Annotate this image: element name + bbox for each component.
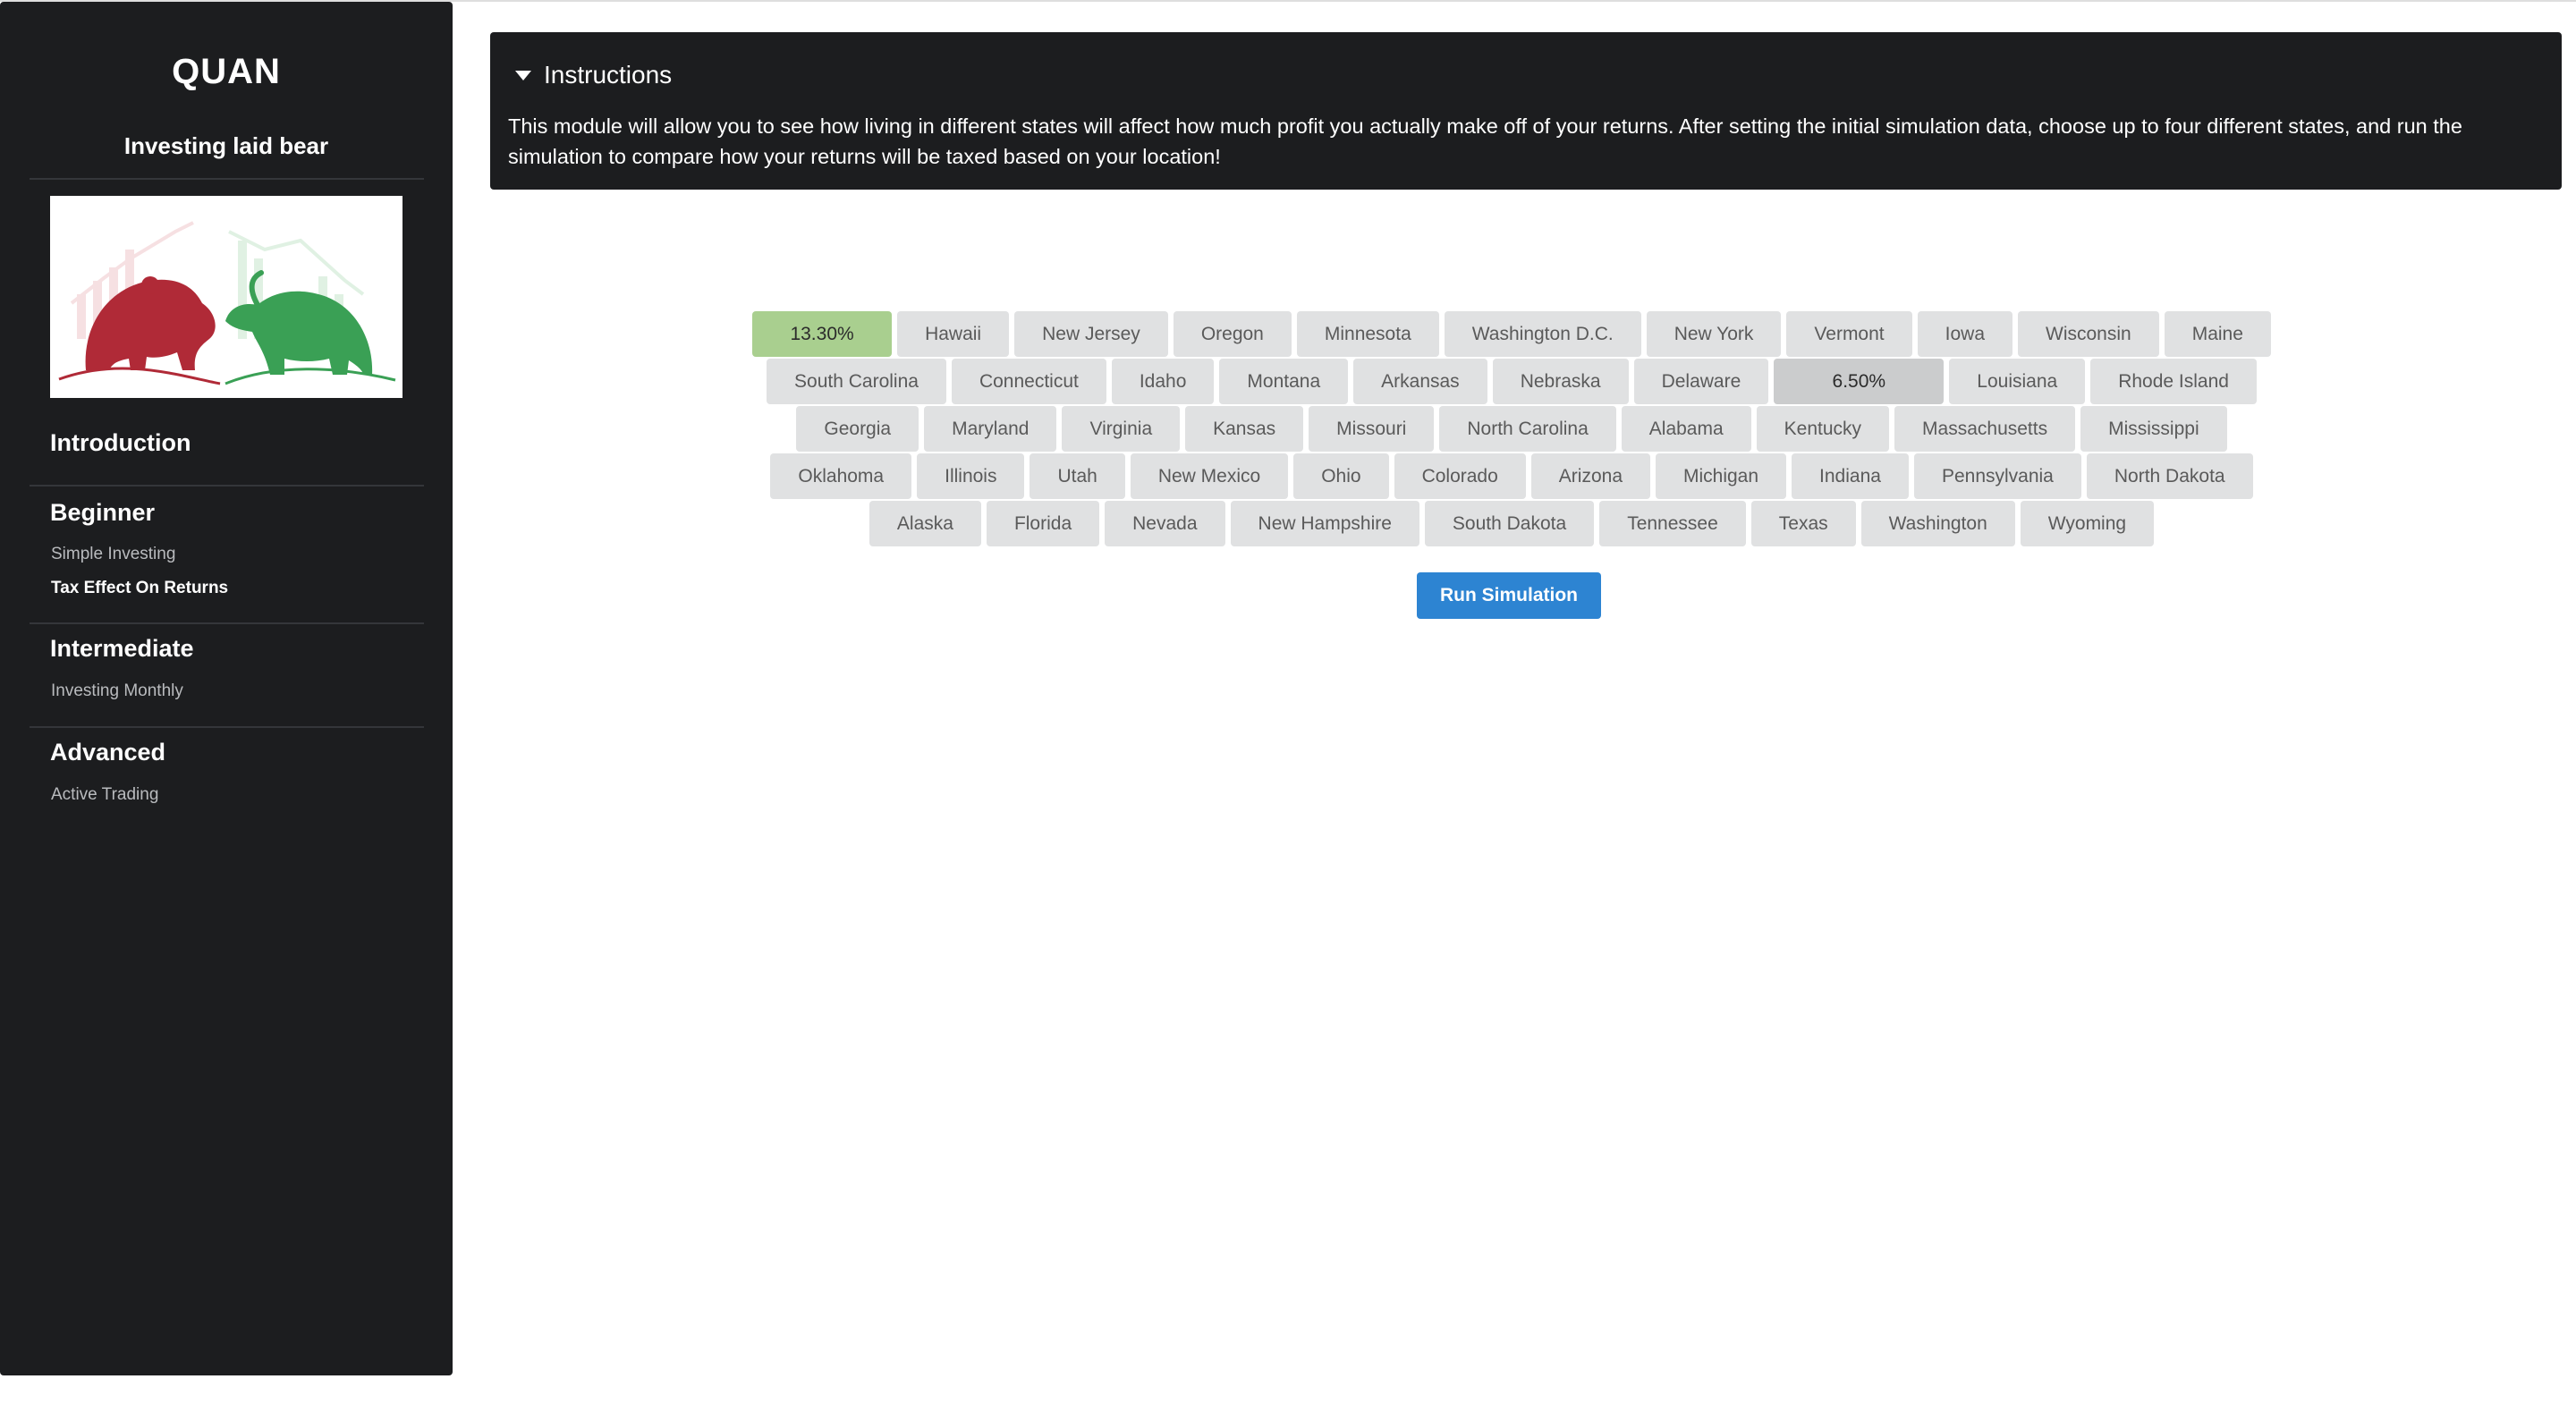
state-chip-ohio[interactable]: Ohio [1293, 453, 1389, 499]
instructions-text: This module will allow you to see how li… [508, 114, 2462, 168]
state-chip-new-jersey[interactable]: New Jersey [1014, 311, 1168, 357]
state-chip-6-50[interactable]: 6.50% [1774, 359, 1945, 404]
state-chip-wisconsin[interactable]: Wisconsin [2018, 311, 2159, 357]
state-chip-washington-d-c[interactable]: Washington D.C. [1444, 311, 1641, 357]
nav-introduction[interactable]: Introduction [50, 429, 191, 457]
state-chip-connecticut[interactable]: Connecticut [951, 359, 1106, 404]
sidebar-divider [30, 726, 424, 728]
state-row: Georgia Maryland Virginia Kansas Missouri Nor… [716, 406, 2308, 452]
bear-bull-logo [50, 196, 402, 398]
state-chip-minnesota[interactable]: Minnesota [1296, 311, 1439, 357]
instructions-panel: Instructions This module will allow you … [490, 32, 2562, 190]
nav-simple-investing[interactable]: Simple Investing [51, 545, 175, 564]
state-chip-idaho[interactable]: Idaho [1111, 359, 1215, 404]
nav-advanced[interactable]: Advanced [50, 739, 165, 766]
state-chip-rhode-island[interactable]: Rhode Island [2090, 359, 2257, 404]
instructions-toggle[interactable]: Instructions [515, 61, 672, 89]
state-chip-nebraska[interactable]: Nebraska [1492, 359, 1629, 404]
state-chip-maryland[interactable]: Maryland [924, 406, 1057, 452]
state-chip-arkansas[interactable]: Arkansas [1353, 359, 1487, 404]
state-chip-alabama[interactable]: Alabama [1621, 406, 1751, 452]
state-chip-hawaii[interactable]: Hawaii [897, 311, 1010, 357]
bear-bull-illustration [58, 221, 396, 385]
nav-beginner[interactable]: Beginner [50, 499, 155, 527]
instructions-title: Instructions [544, 61, 673, 89]
state-chip-north-dakota[interactable]: North Dakota [2086, 453, 2253, 499]
state-chip-montana[interactable]: Montana [1219, 359, 1349, 404]
run-simulation-button[interactable]: Run Simulation [1417, 572, 1601, 619]
state-chip-oregon[interactable]: Oregon [1173, 311, 1292, 357]
state-chip-maine[interactable]: Maine [2164, 311, 2271, 357]
state-chip-texas[interactable]: Texas [1750, 501, 1856, 546]
sidebar-divider [30, 622, 424, 624]
state-chip-new-hampshire[interactable]: New Hampshire [1230, 501, 1419, 546]
sidebar: QUAN Investing laid bear Introduction Be… [0, 2, 453, 1375]
state-chip-indiana[interactable]: Indiana [1792, 453, 1909, 499]
state-selector: 13.30% Hawaii New Jersey Oregon Minnesota Was… [716, 311, 2308, 546]
state-chip-colorado[interactable]: Colorado [1394, 453, 1526, 499]
state-chip-georgia[interactable]: Georgia [796, 406, 919, 452]
state-chip-washington[interactable]: Washington [1860, 501, 2015, 546]
brand-title: QUAN [172, 52, 281, 91]
state-chip-pennsylvania[interactable]: Pennsylvania [1913, 453, 2081, 499]
state-chip-south-dakota[interactable]: South Dakota [1424, 501, 1595, 546]
state-chip-alaska[interactable]: Alaska [869, 501, 981, 546]
state-row: Alaska Florida Nevada New Hampshire South Da… [716, 501, 2308, 546]
state-chip-illinois[interactable]: Illinois [917, 453, 1025, 499]
state-chip-oklahoma[interactable]: Oklahoma [770, 453, 912, 499]
state-chip-kentucky[interactable]: Kentucky [1756, 406, 1890, 452]
state-chip-utah[interactable]: Utah [1030, 453, 1125, 499]
sidebar-divider [30, 485, 424, 487]
state-chip-mississippi[interactable]: Mississippi [2080, 406, 2227, 452]
state-chip-massachusetts[interactable]: Massachusetts [1894, 406, 2076, 452]
nav-investing-monthly[interactable]: Investing Monthly [51, 681, 183, 701]
state-chip-arizona[interactable]: Arizona [1530, 453, 1650, 499]
state-chip-michigan[interactable]: Michigan [1656, 453, 1787, 499]
state-chip-virginia[interactable]: Virginia [1062, 406, 1181, 452]
nav-active-trading[interactable]: Active Trading [51, 785, 158, 805]
state-chip-iowa[interactable]: Iowa [1917, 311, 2012, 357]
caret-down-icon [515, 70, 531, 80]
state-chip-new-mexico[interactable]: New Mexico [1130, 453, 1289, 499]
state-chip-delaware[interactable]: Delaware [1633, 359, 1769, 404]
state-chip-florida[interactable]: Florida [986, 501, 1100, 546]
state-row: Oklahoma Illinois Utah New Mexico Ohio Colora… [716, 453, 2308, 499]
state-row: 13.30% Hawaii New Jersey Oregon Minnesota Was… [716, 311, 2308, 357]
state-chip-13-30[interactable]: 13.30% [752, 311, 893, 357]
state-chip-missouri[interactable]: Missouri [1309, 406, 1435, 452]
nav-intermediate[interactable]: Intermediate [50, 635, 194, 663]
state-chip-north-carolina[interactable]: North Carolina [1439, 406, 1616, 452]
state-chip-south-carolina[interactable]: South Carolina [767, 359, 946, 404]
sidebar-divider [30, 178, 424, 180]
state-chip-nevada[interactable]: Nevada [1105, 501, 1225, 546]
state-chip-tennessee[interactable]: Tennessee [1599, 501, 1746, 546]
nav-tax-effect-on-returns[interactable]: Tax Effect On Returns [51, 579, 228, 598]
state-chip-louisiana[interactable]: Louisiana [1949, 359, 2086, 404]
state-row: South Carolina Connecticut Idaho Montana Ark… [716, 359, 2308, 404]
brand-tagline: Investing laid bear [123, 132, 329, 159]
state-chip-vermont[interactable]: Vermont [1786, 311, 1912, 357]
state-chip-new-york[interactable]: New York [1646, 311, 1782, 357]
state-chip-wyoming[interactable]: Wyoming [2020, 501, 2155, 546]
state-chip-kansas[interactable]: Kansas [1185, 406, 1304, 452]
